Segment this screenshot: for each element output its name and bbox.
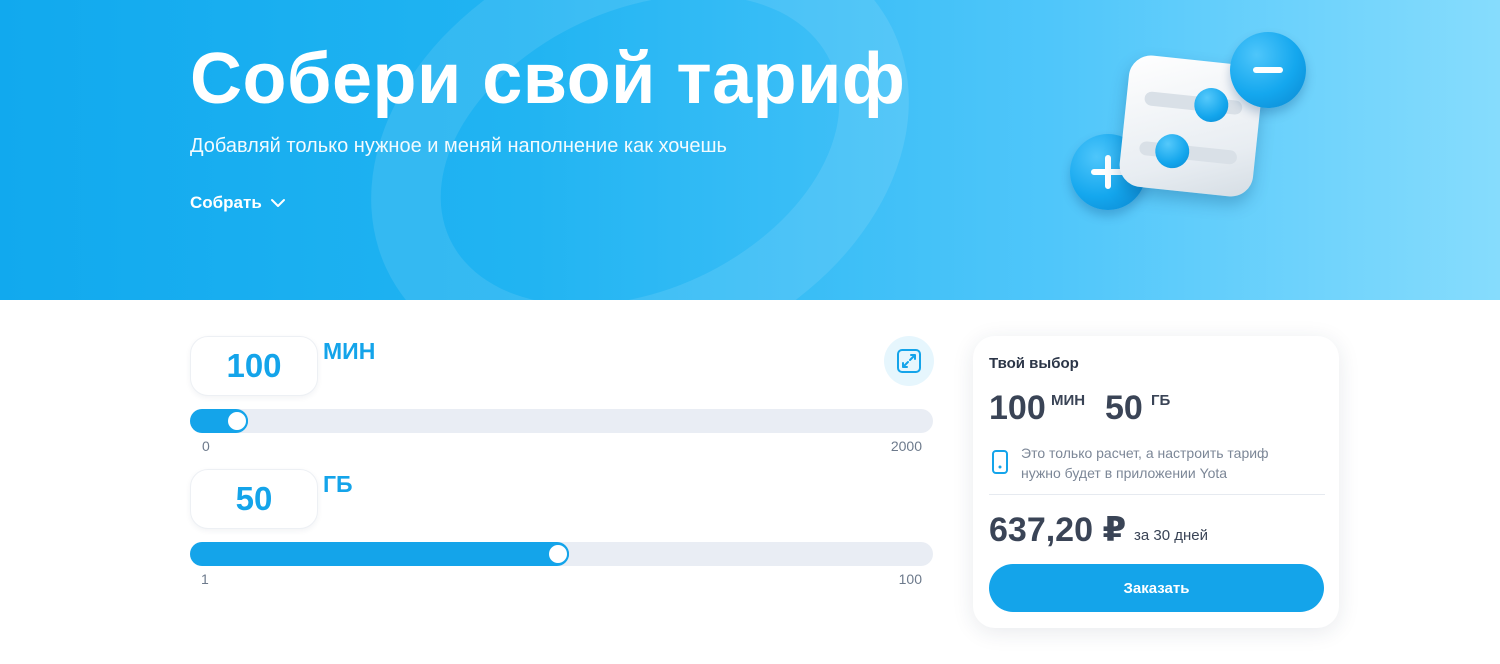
note-line-2: нужно будет в приложении Yota	[1021, 465, 1228, 481]
gigabytes-slider[interactable]	[190, 542, 933, 566]
summary-minutes-value: 100	[989, 389, 1046, 427]
summary-gb-unit: ГБ	[1151, 392, 1171, 409]
tariff-settings-illustration	[1062, 28, 1312, 218]
gigabytes-slider-thumb[interactable]	[546, 543, 569, 565]
summary-minutes-unit: МИН	[1051, 392, 1086, 409]
minutes-min-label: 0	[202, 438, 210, 454]
minutes-value-field[interactable]: 100	[190, 336, 318, 396]
phone-icon	[991, 449, 1009, 480]
gigabytes-min-label: 1	[201, 571, 209, 587]
gigabytes-value-field[interactable]: 50	[190, 469, 318, 529]
minutes-unit-label: МИН	[323, 338, 376, 364]
gigabytes-slider-fill	[190, 542, 569, 566]
hero-subtitle: Добавляй только нужное и меняй наполнени…	[190, 135, 727, 157]
price-period: за 30 дней	[1134, 527, 1208, 544]
collect-label: Собрать	[190, 193, 262, 212]
expand-icon	[897, 349, 921, 373]
collect-dropdown-button[interactable]: Собрать	[190, 190, 286, 216]
gigabytes-unit-label: ГБ	[323, 471, 353, 497]
order-button[interactable]: Заказать	[989, 564, 1324, 612]
summary-card: Твой выбор 100 МИН 50 ГБ Это только расч…	[973, 336, 1339, 628]
minutes-max-label: 2000	[890, 438, 922, 454]
minutes-slider[interactable]	[190, 409, 933, 433]
page-title: Собери свой тариф	[190, 39, 906, 119]
app-settings-note: Это только расчет, а настроить тариф нуж…	[989, 443, 1325, 483]
note-line-1: Это только расчет, а настроить тариф	[1021, 445, 1269, 461]
minutes-slider-thumb[interactable]	[226, 410, 248, 432]
price-value: 637,20 ₽	[989, 511, 1127, 549]
summary-divider	[989, 494, 1325, 495]
gigabytes-max-label: 100	[898, 571, 922, 587]
minus-icon	[1230, 32, 1306, 108]
expand-button[interactable]	[884, 336, 934, 386]
hero-banner: Собери свой тариф Добавляй только нужное…	[0, 0, 1500, 300]
summary-gb-value: 50	[1105, 389, 1143, 427]
summary-title: Твой выбор	[989, 355, 1079, 372]
note-text: Это только расчет, а настроить тариф нуж…	[1021, 443, 1321, 483]
chevron-down-icon	[270, 198, 286, 208]
